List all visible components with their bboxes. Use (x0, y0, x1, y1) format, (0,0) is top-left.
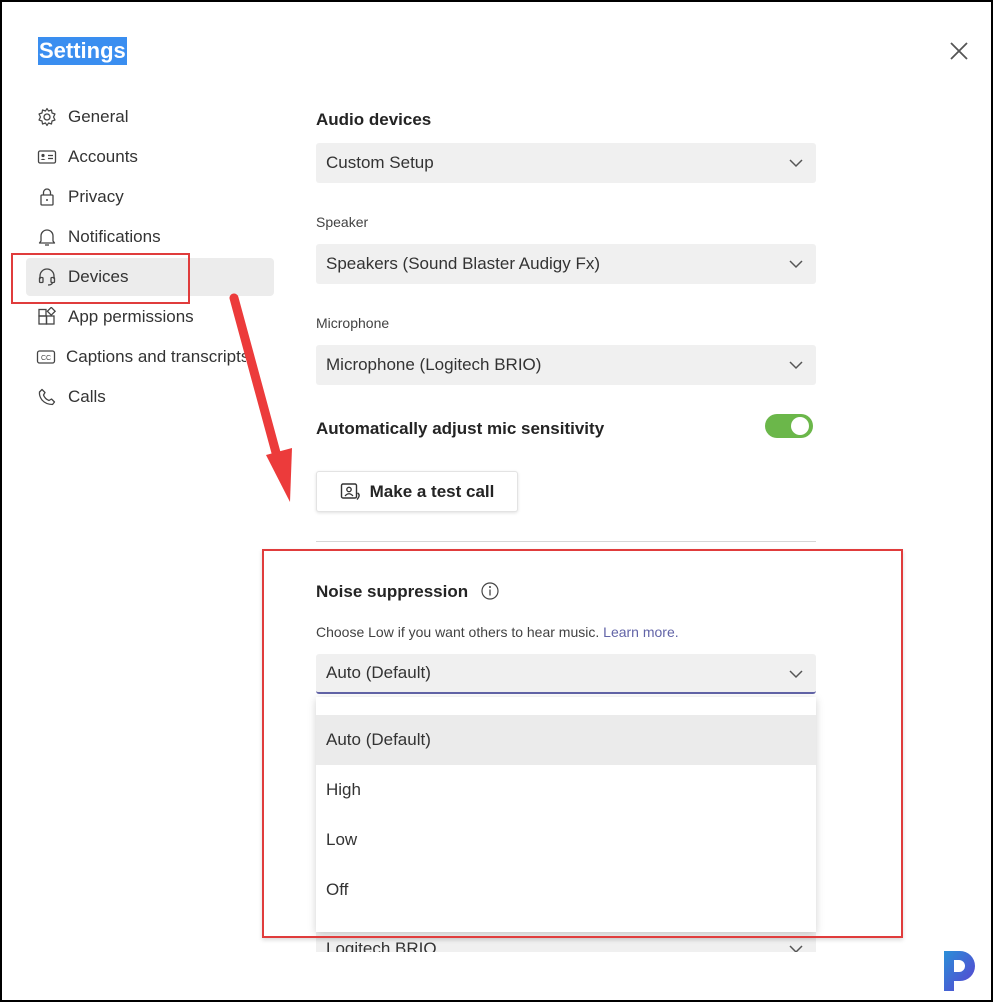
sidebar-item-label: Privacy (68, 187, 124, 206)
audio-devices-heading: Audio devices (316, 110, 432, 129)
section-divider (316, 541, 816, 542)
noise-suppression-highlight-box (262, 549, 903, 938)
audio-devices-select[interactable]: Custom Setup (316, 143, 816, 183)
microphone-value: Microphone (Logitech BRIO) (326, 355, 542, 374)
sidebar-item-label: Captions and transcripts (66, 347, 246, 366)
devices-highlight-box (11, 253, 190, 304)
sidebar-item-general[interactable]: General (26, 98, 274, 136)
bell-icon (36, 226, 58, 248)
auto-mic-sensitivity-toggle[interactable] (765, 414, 813, 438)
make-test-call-button[interactable]: Make a test call (316, 471, 518, 512)
chevron-down-icon (789, 945, 803, 952)
sidebar-item-label: Accounts (68, 147, 138, 166)
toggle-knob (791, 417, 809, 435)
chevron-down-icon (789, 260, 803, 269)
lock-icon (36, 186, 58, 208)
sidebar-item-accounts[interactable]: Accounts (26, 138, 274, 176)
brand-logo-icon (944, 951, 975, 991)
id-card-icon (36, 146, 58, 168)
close-button[interactable] (946, 38, 972, 64)
chevron-down-icon (789, 361, 803, 370)
annotation-arrow-icon (229, 293, 292, 502)
sidebar-item-label: App permissions (68, 307, 194, 326)
phone-icon (36, 386, 58, 408)
auto-mic-sensitivity-label: Automatically adjust mic sensitivity (316, 419, 605, 438)
speaker-label: Speaker (316, 214, 369, 230)
sidebar-item-captions[interactable]: CC Captions and transcripts (26, 338, 246, 376)
page-title: Settings (38, 37, 127, 65)
camera-value: Logitech BRIO (326, 939, 437, 952)
speaker-select[interactable]: Speakers (Sound Blaster Audigy Fx) (316, 244, 816, 284)
gear-icon (36, 106, 58, 128)
microphone-label: Microphone (316, 315, 390, 331)
test-call-icon (340, 482, 360, 500)
sidebar-item-notifications[interactable]: Notifications (26, 218, 274, 256)
sidebar-item-label: Notifications (68, 227, 161, 246)
speaker-value: Speakers (Sound Blaster Audigy Fx) (326, 254, 601, 273)
sidebar-item-privacy[interactable]: Privacy (26, 178, 274, 216)
close-icon (950, 42, 968, 60)
microphone-select[interactable]: Microphone (Logitech BRIO) (316, 345, 816, 385)
sidebar-item-label: Calls (68, 387, 106, 406)
chevron-down-icon (789, 159, 803, 168)
audio-devices-value: Custom Setup (326, 153, 434, 172)
apps-icon (36, 306, 58, 328)
make-test-call-label: Make a test call (369, 481, 495, 501)
svg-text:CC: CC (41, 355, 51, 362)
cc-icon: CC (36, 346, 56, 368)
sidebar-item-label: General (68, 107, 129, 126)
